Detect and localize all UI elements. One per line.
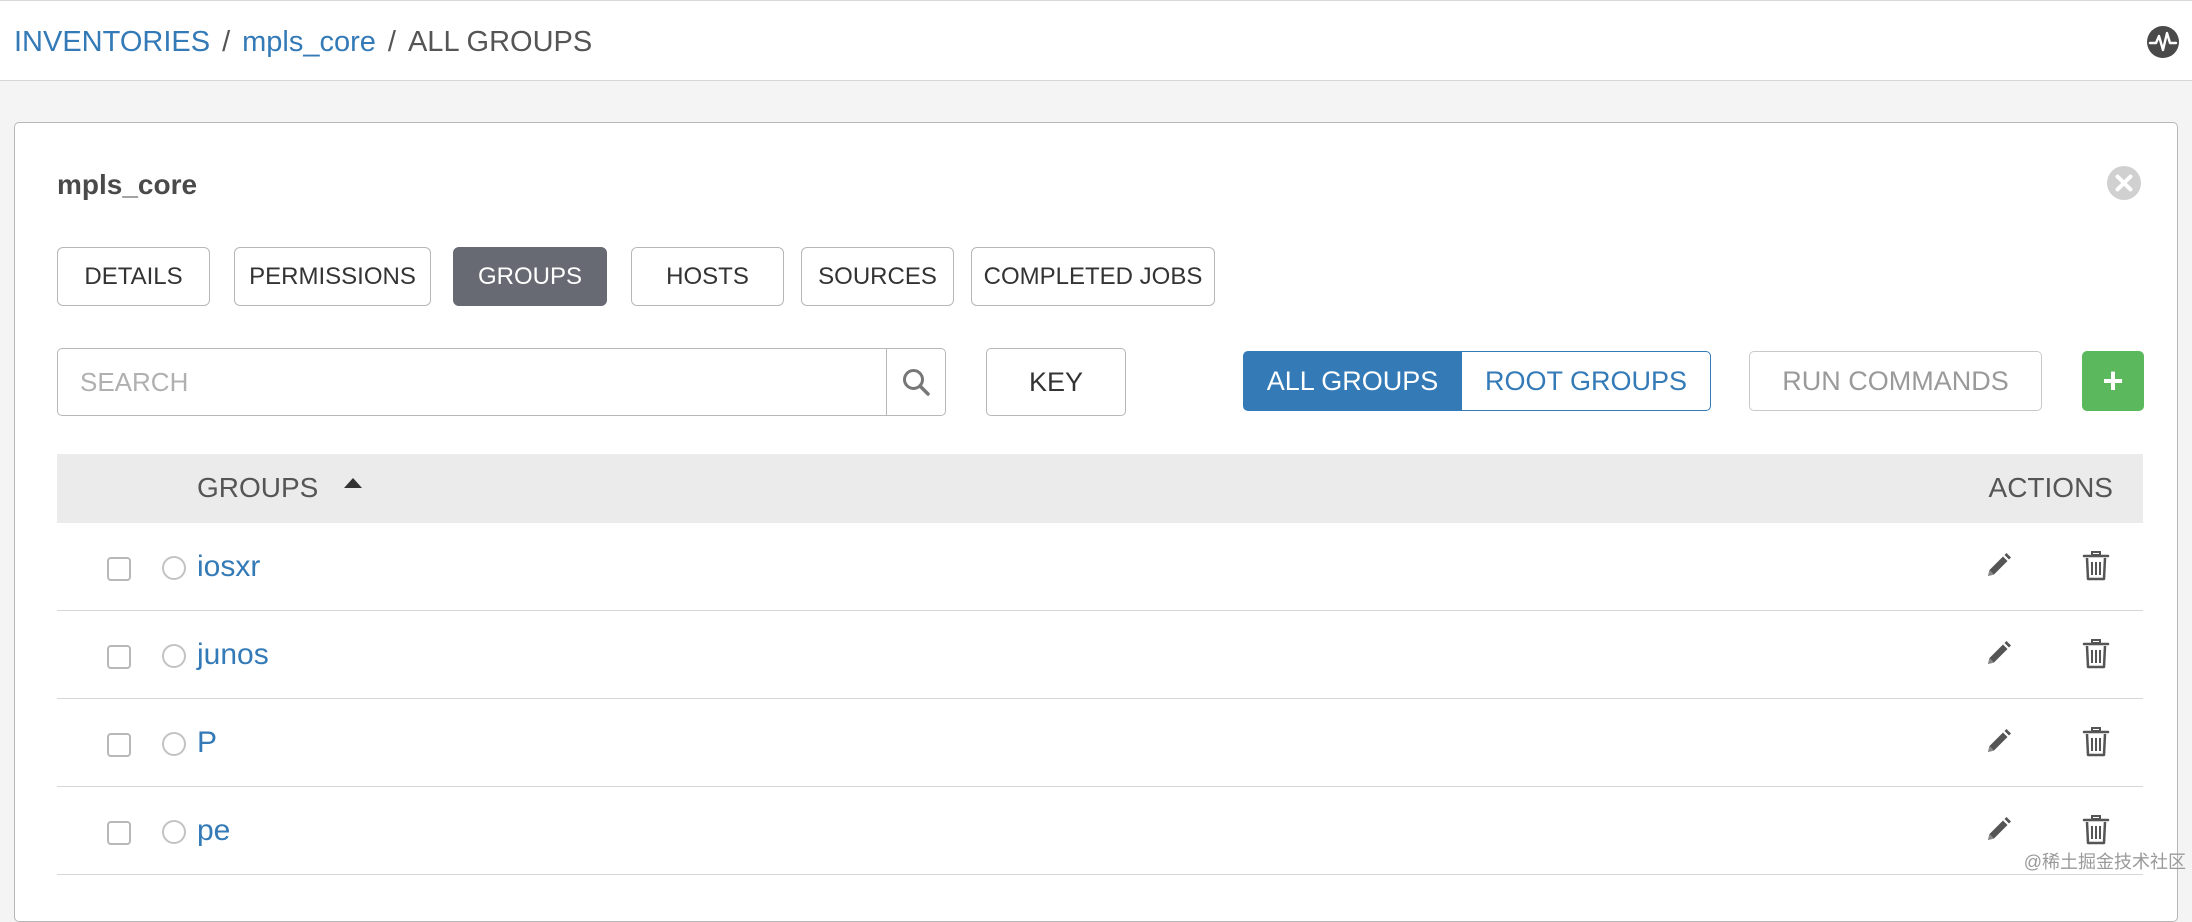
table-header: GROUPS ACTIONS (57, 454, 2143, 523)
breadcrumb-separator: / (376, 26, 408, 58)
key-button[interactable]: KEY (986, 348, 1126, 416)
inventory-panel: mpls_core DETAILS PERMISSIONS GROUPS HOS… (14, 122, 2178, 922)
trash-icon[interactable] (2081, 726, 2111, 758)
add-group-button[interactable]: + (2082, 351, 2144, 411)
sort-ascending-icon[interactable] (342, 476, 364, 490)
group-link[interactable]: P (197, 726, 217, 760)
row-checkbox[interactable] (107, 557, 131, 581)
group-link[interactable]: pe (197, 814, 230, 848)
breadcrumb-inventory[interactable]: mpls_core (242, 26, 376, 58)
breadcrumb: INVENTORIES/mpls_core/ALL GROUPS (14, 25, 592, 59)
all-groups-toggle[interactable]: ALL GROUPS (1243, 351, 1462, 411)
column-header-groups[interactable]: GROUPS (197, 472, 318, 504)
tab-groups[interactable]: GROUPS (453, 247, 607, 306)
edit-icon[interactable] (1982, 550, 2014, 582)
status-icon (162, 644, 186, 668)
column-header-actions: ACTIONS (1989, 472, 2113, 504)
table-row: P (57, 699, 2143, 787)
trash-icon[interactable] (2081, 638, 2111, 670)
search-icon (901, 367, 931, 397)
row-checkbox[interactable] (107, 821, 131, 845)
search-input[interactable] (58, 349, 886, 415)
panel-title: mpls_core (57, 169, 197, 201)
trash-icon[interactable] (2081, 550, 2111, 582)
root-groups-toggle[interactable]: ROOT GROUPS (1461, 351, 1711, 411)
edit-icon[interactable] (1982, 638, 2014, 670)
tab-sources[interactable]: SOURCES (801, 247, 954, 306)
status-icon (162, 820, 186, 844)
status-icon (162, 732, 186, 756)
tab-hosts[interactable]: HOSTS (631, 247, 784, 306)
table-row: pe (57, 787, 2143, 875)
watermark: @稀土掘金技术社区 (2024, 848, 2186, 874)
status-icon (162, 556, 186, 580)
activity-stream-icon[interactable] (2146, 25, 2180, 59)
run-commands-button[interactable]: RUN COMMANDS (1749, 351, 2042, 411)
table-row: iosxr (57, 523, 2143, 611)
tab-permissions[interactable]: PERMISSIONS (234, 247, 431, 306)
tab-details[interactable]: DETAILS (57, 247, 210, 306)
row-checkbox[interactable] (107, 645, 131, 669)
table-row: junos (57, 611, 2143, 699)
trash-icon[interactable] (2081, 814, 2111, 846)
edit-icon[interactable] (1982, 814, 2014, 846)
tab-completed-jobs[interactable]: COMPLETED JOBS (971, 247, 1215, 306)
edit-icon[interactable] (1982, 726, 2014, 758)
top-bar: INVENTORIES/mpls_core/ALL GROUPS (0, 0, 2192, 81)
search-button[interactable] (886, 349, 945, 415)
breadcrumb-separator: / (210, 26, 242, 58)
group-link[interactable]: iosxr (197, 550, 260, 584)
row-checkbox[interactable] (107, 733, 131, 757)
group-link[interactable]: junos (197, 638, 269, 672)
search-box (57, 348, 946, 416)
close-icon[interactable] (2106, 165, 2142, 201)
breadcrumb-inventories[interactable]: INVENTORIES (14, 26, 210, 58)
breadcrumb-current: ALL GROUPS (408, 26, 592, 58)
